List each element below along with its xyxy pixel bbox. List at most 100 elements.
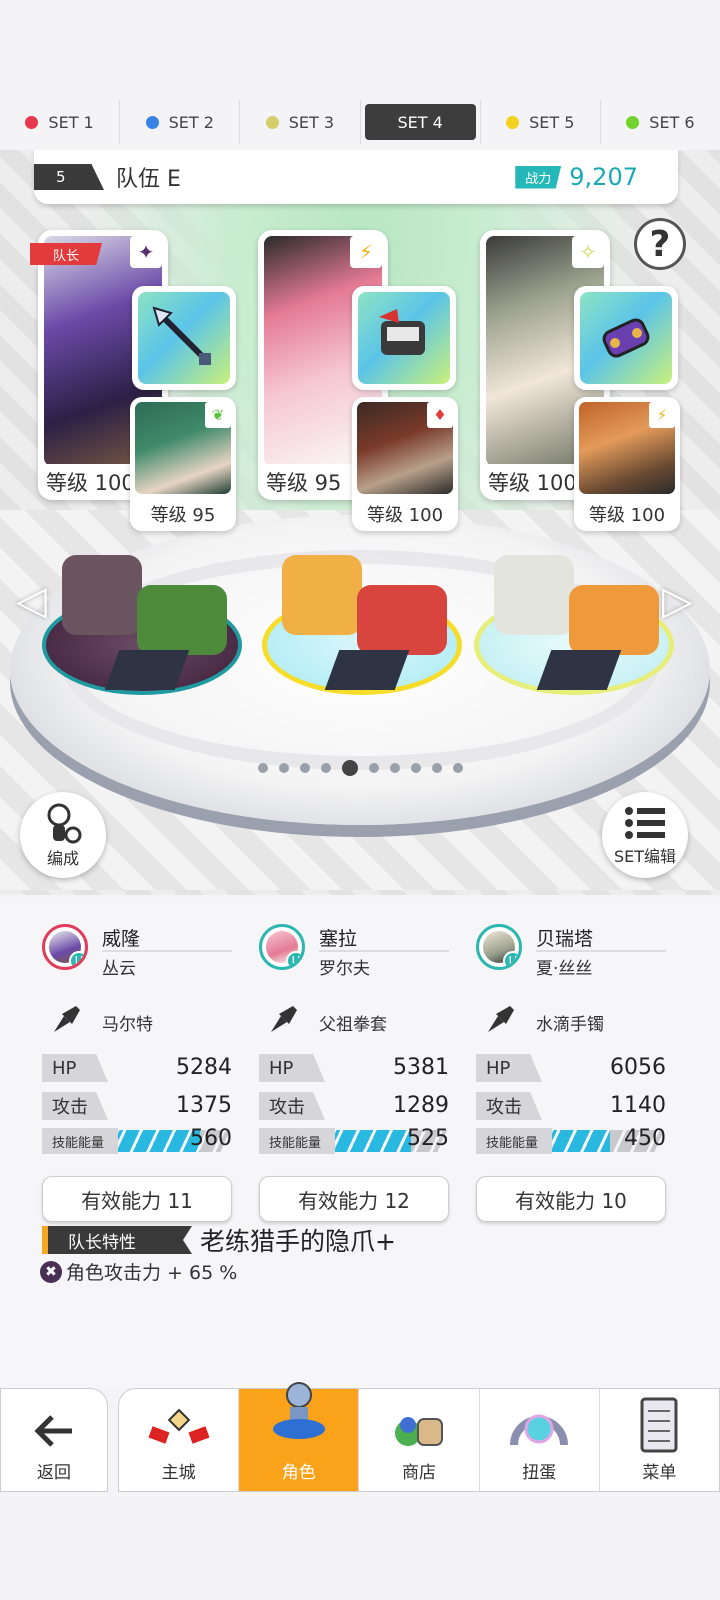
avatar[interactable]: U [259,924,305,970]
atk-label: 攻击 [476,1092,542,1120]
atk-label: 攻击 [259,1092,325,1120]
character-icon [272,1382,325,1439]
spear-weapon-icon [138,292,230,384]
power-label: 战力 [515,165,562,189]
energy-fill [327,1130,411,1152]
prev-arrow-icon[interactable]: ◁ [16,578,47,624]
support-card-3[interactable]: ⚡ 等级 100 [574,397,680,531]
formation-label: 编成 [46,849,79,868]
tab-label: SET 6 [649,112,695,132]
support-pedestal-block [357,585,447,655]
weapon-card-3[interactable] [574,286,678,390]
name-divider [319,950,449,952]
nav-label: 扭蛋 [522,1463,557,1483]
page-dot[interactable] [341,760,358,776]
effective-ability-button[interactable]: 有效能力 12 [259,1176,449,1222]
skill-energy: 技能能量 560 [42,1126,232,1154]
hp-stat: HP 5381 [259,1054,449,1082]
formation-button[interactable]: 编成 [20,792,106,878]
avatar[interactable]: U [476,924,522,970]
team-header: 5 队伍 E 战力 9,207 [34,150,678,204]
tab-label: SET 3 [288,112,335,132]
accessory-mini-icon: U [286,951,302,967]
tab-set-1[interactable]: SET 1 [0,100,121,144]
tab-set-2[interactable]: SET 2 [120,100,241,144]
tab-set-3[interactable]: SET 3 [240,100,361,144]
nav-item-character[interactable]: 角色 [239,1382,360,1491]
castle-icon [148,1408,210,1444]
set-tabs: SET 1 SET 2 SET 3 SET 4 SET 5 SET 6 [0,100,720,144]
tab-label: SET 4 [397,112,443,132]
leader-skill-label: 队长特性 [42,1226,192,1254]
next-arrow-icon[interactable]: ▷ [662,578,693,624]
back-button[interactable]: 返回 [0,1388,108,1492]
bracelet-weapon-icon [580,292,672,384]
atk-stat: 攻击 1289 [259,1092,449,1120]
bottom-nav: 返回 主城 角色 商店 扭蛋 菜单 [0,1382,720,1492]
name-divider [536,950,666,952]
page-dot[interactable] [431,763,442,773]
team-power: 战力 9,207 [515,163,638,191]
set-edit-button[interactable]: SET编辑 [602,792,688,878]
atk-label: 攻击 [42,1092,108,1120]
name-divider [102,950,232,952]
weapon-name: 马尔特 [102,1015,153,1035]
pedestal-3[interactable] [474,545,674,695]
weapon-card-1[interactable] [132,286,236,390]
weapon-icon [488,1006,514,1032]
weapon-name: 水滴手镯 [536,1015,604,1035]
fire-element-icon: ♦ [427,402,453,428]
formation-icon [47,803,82,844]
tab-set-4[interactable]: SET 4 [361,100,481,144]
lightning-element-icon: ⚡ [649,402,675,428]
pedestal-1[interactable] [42,545,242,695]
tab-set-6[interactable]: SET 6 [601,100,720,144]
effective-ability-button[interactable]: 有效能力 10 [476,1176,666,1222]
tab-set-5[interactable]: SET 5 [481,100,601,144]
accessory-mini-icon: U [69,951,85,967]
page-dot[interactable] [257,763,268,773]
nav-item-menu[interactable]: 菜单 [600,1389,719,1491]
hp-label: HP [42,1054,108,1082]
hero-pedestal-block [282,555,362,635]
nav-item-gacha[interactable]: 扭蛋 [480,1389,600,1491]
back-label: 返回 [37,1463,71,1483]
pedestal-2[interactable] [262,545,462,695]
page-dot[interactable] [320,763,331,773]
back-arrow-icon [34,1415,72,1447]
page-dot[interactable] [410,763,421,773]
avatar[interactable]: U [42,924,88,970]
atk-value: 1289 [393,1093,449,1118]
team-name[interactable]: 队伍 E [116,161,181,193]
help-icon[interactable]: ? [634,218,686,270]
energy-label: 技能能量 [259,1128,335,1154]
effective-ability-button[interactable]: 有效能力 11 [42,1176,232,1222]
menu-icon [640,1397,678,1453]
weapon-icon [54,1006,80,1032]
set-3-dot [265,115,279,129]
gauntlet-weapon-icon [358,292,450,384]
set-2-dot [145,115,159,129]
support-card-1[interactable]: ❦ 等级 95 [130,397,236,531]
page-dot[interactable] [368,763,379,773]
nav-item-castle[interactable]: 主城 [119,1389,240,1491]
team-number: 5 [34,164,104,190]
nav-item-shop[interactable]: 商店 [359,1389,480,1491]
wind-element-icon: ❦ [205,402,231,428]
detail-panel: U 威隆 丛云 马尔特 HP 5284 攻击 1375 技能能量 560 有效能力 1… [0,898,720,1388]
list-icon [625,807,665,839]
support-level: 等级 100 [366,505,444,526]
page-dot[interactable] [299,763,310,773]
support-pedestal-block [569,585,659,655]
page-dot[interactable] [278,763,289,773]
page-indicator [0,760,720,776]
skill-energy: 技能能量 450 [476,1126,666,1154]
leader-skill-title: 老练猎手的隐爪+ [200,1227,396,1256]
hero-pedestal-block [494,555,574,635]
weapon-card-2[interactable] [352,286,456,390]
page-dot[interactable] [452,763,463,773]
support-card-2[interactable]: ♦ 等级 100 [352,397,458,531]
page-dot[interactable] [389,763,400,773]
weapon-icon [271,1006,297,1032]
weapon-name: 父祖拳套 [319,1015,387,1035]
